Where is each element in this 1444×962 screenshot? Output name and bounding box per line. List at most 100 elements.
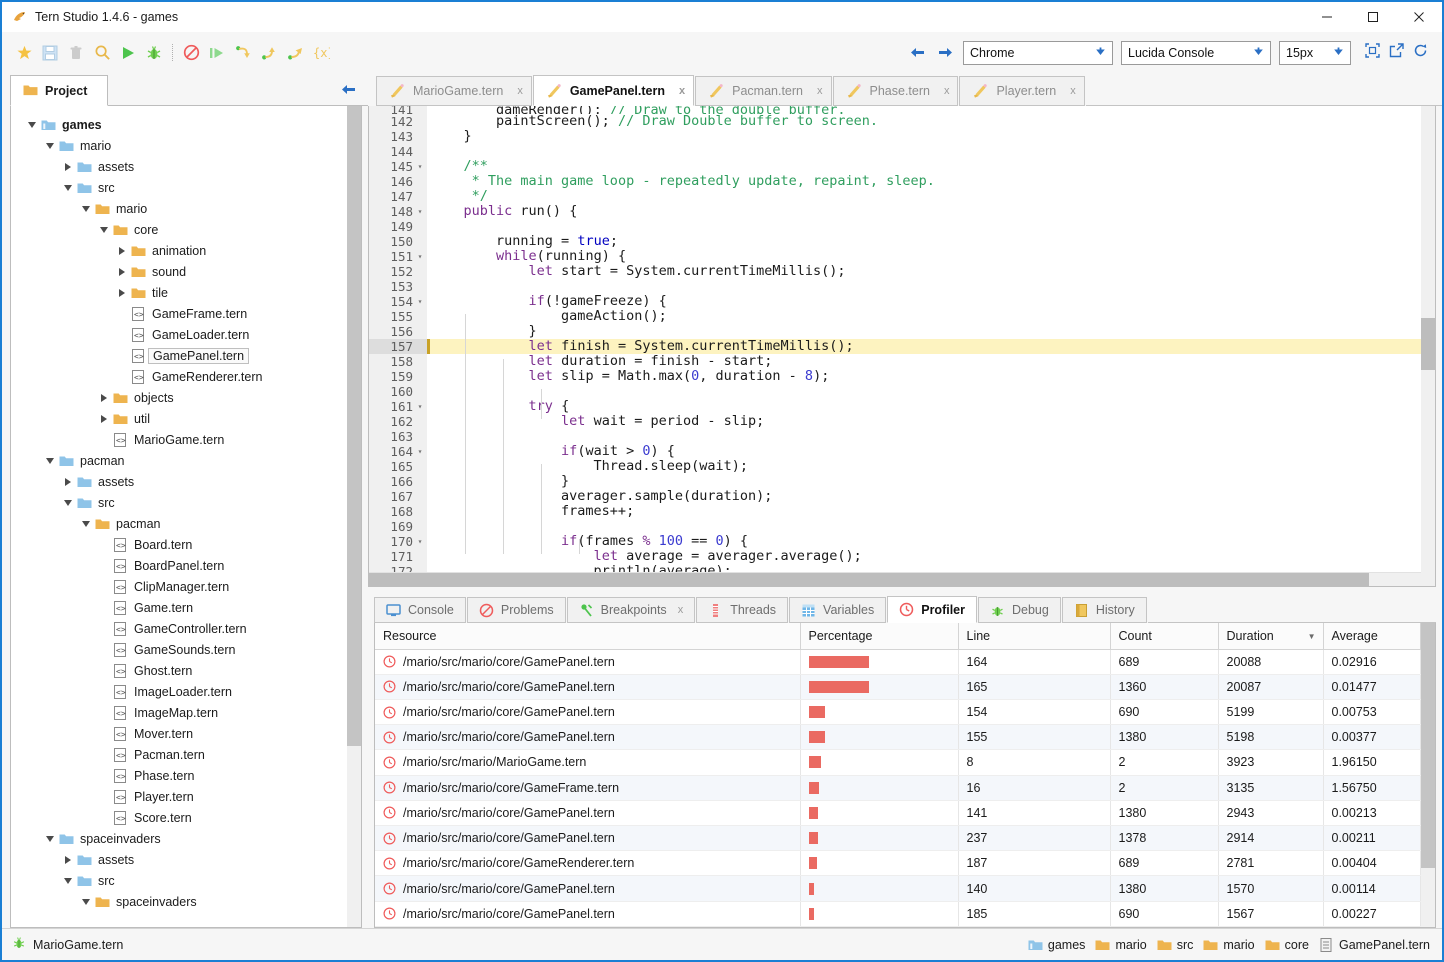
bottom-tab-breakpoints[interactable]: Breakpoints x <box>566 597 696 623</box>
tree-item-ghost-tern[interactable]: <> Ghost.tern <box>11 660 347 681</box>
tree-item-games[interactable]: games <box>11 114 347 135</box>
gutter-line-157[interactable]: 157 <box>369 339 427 354</box>
step-over-icon[interactable] <box>231 40 255 66</box>
fold-toggle-icon[interactable]: ▾ <box>415 249 425 264</box>
font-family-select[interactable]: Lucida Console <box>1121 40 1271 65</box>
tree-item-pacman[interactable]: pacman <box>11 513 347 534</box>
tree-item-game-tern[interactable]: <> Game.tern <box>11 597 347 618</box>
gutter-line-168[interactable]: 168 <box>369 504 427 519</box>
tree-twisty-open-icon[interactable] <box>79 513 93 534</box>
tree-item-imagemap-tern[interactable]: <> ImageMap.tern <box>11 702 347 723</box>
table-row[interactable]: /mario/src/mario/core/GameFrame.tern 16 2 3… <box>375 775 1421 801</box>
nav-back-button[interactable] <box>907 42 927 64</box>
bottom-tab-profiler[interactable]: Profiler <box>887 596 977 623</box>
tree-twisty-closed-icon[interactable] <box>61 156 75 177</box>
table-row[interactable]: /mario/src/mario/core/GamePanel.tern 154 6… <box>375 699 1421 726</box>
table-row[interactable]: /mario/src/mario/core/GamePanel.tern 237 1… <box>375 825 1421 852</box>
fold-toggle-icon[interactable]: ▾ <box>415 444 425 459</box>
tree-twisty-closed-icon[interactable] <box>97 387 111 408</box>
breadcrumb-item-src[interactable]: src <box>1157 938 1193 952</box>
maximize-button[interactable] <box>1350 2 1396 32</box>
gutter-line-147[interactable]: 147 <box>369 189 427 204</box>
tree-item-objects[interactable]: objects <box>11 387 347 408</box>
gutter-line-153[interactable]: 153 <box>369 279 427 294</box>
gutter-line-149[interactable]: 149 <box>369 219 427 234</box>
tree-item-src[interactable]: src <box>11 492 347 513</box>
step-in-icon[interactable] <box>257 40 281 66</box>
tree-item-gamesounds-tern[interactable]: <> GameSounds.tern <box>11 639 347 660</box>
editor-tab-phase-tern[interactable]: Phase.tern x <box>832 76 959 106</box>
gutter-line-152[interactable]: 152 <box>369 264 427 279</box>
tree-item-mariogame-tern[interactable]: <> MarioGame.tern <box>11 429 347 450</box>
tree-item-assets[interactable]: assets <box>11 849 347 870</box>
profiler-scrollbar[interactable] <box>1421 623 1435 927</box>
tree-item-imageloader-tern[interactable]: <> ImageLoader.tern <box>11 681 347 702</box>
tree-twisty-open-icon[interactable] <box>43 828 57 849</box>
breadcrumb-item-gamepanel-tern[interactable]: GamePanel.tern <box>1319 937 1430 952</box>
column-header-resource[interactable]: Resource <box>375 623 801 650</box>
delete-icon[interactable] <box>64 40 88 66</box>
editor-tab-mariogame-tern[interactable]: MarioGame.tern x <box>376 76 532 106</box>
tree-item-player-tern[interactable]: <> Player.tern <box>11 786 347 807</box>
step-out-icon[interactable] <box>283 40 307 66</box>
breadcrumb-item-core[interactable]: core <box>1265 938 1309 952</box>
collapse-panel-icon[interactable] <box>341 83 356 101</box>
tree-item-mario[interactable]: mario <box>11 135 347 156</box>
gutter-line-142[interactable]: 142 <box>369 114 427 129</box>
tree-item-assets[interactable]: assets <box>11 156 347 177</box>
table-row[interactable]: /mario/src/mario/core/GamePanel.tern 140 1… <box>375 875 1421 902</box>
editor-horizontal-scrollbar[interactable] <box>369 572 1435 586</box>
tree-item-boardpanel-tern[interactable]: <> BoardPanel.tern <box>11 555 347 576</box>
open-external-icon[interactable] <box>1389 42 1404 63</box>
gutter-line-162[interactable]: 162 <box>369 414 427 429</box>
bottom-tab-problems[interactable]: Problems <box>466 597 566 623</box>
column-header-percentage[interactable]: Percentage <box>800 623 959 650</box>
minimize-button[interactable] <box>1304 2 1350 32</box>
status-process[interactable]: MarioGame.tern <box>12 936 123 953</box>
tree-twisty-open-icon[interactable] <box>61 870 75 891</box>
favorite-star-icon[interactable] <box>12 40 36 66</box>
tree-item-mario[interactable]: mario <box>11 198 347 219</box>
fold-toggle-icon[interactable]: ▾ <box>415 159 425 174</box>
bottom-tab-console[interactable]: Console <box>374 597 466 623</box>
table-row[interactable]: /mario/src/mario/core/GamePanel.tern 164 6… <box>375 649 1421 675</box>
gutter-line-171[interactable]: 171 <box>369 549 427 564</box>
tree-twisty-open-icon[interactable] <box>61 177 75 198</box>
gutter-line-161[interactable]: 161 ▾ <box>369 399 427 414</box>
gutter-line-143[interactable]: 143 <box>369 129 427 144</box>
tree-twisty-closed-icon[interactable] <box>115 261 129 282</box>
tree-item-mover-tern[interactable]: <> Mover.tern <box>11 723 347 744</box>
tree-twisty-open-icon[interactable] <box>61 492 75 513</box>
editor-tab-close-icon[interactable]: x <box>811 85 823 97</box>
gutter-line-159[interactable]: 159 <box>369 369 427 384</box>
gutter-line-167[interactable]: 167 <box>369 489 427 504</box>
tree-item-pacman[interactable]: pacman <box>11 450 347 471</box>
tree-twisty-open-icon[interactable] <box>43 135 57 156</box>
breadcrumb-item-mario[interactable]: mario <box>1095 938 1147 952</box>
gutter-line-156[interactable]: 156 <box>369 324 427 339</box>
gutter-line-160[interactable]: 160 <box>369 384 427 399</box>
stop-icon[interactable] <box>179 40 203 66</box>
tree-twisty-closed-icon[interactable] <box>97 408 111 429</box>
bottom-tab-close-icon[interactable]: x <box>674 604 684 616</box>
fold-toggle-icon[interactable]: ▾ <box>415 399 425 414</box>
tree-item-core[interactable]: core <box>11 219 347 240</box>
editor-tab-pacman-tern[interactable]: Pacman.tern x <box>695 76 832 106</box>
bottom-tab-history[interactable]: History <box>1061 597 1147 623</box>
table-row[interactable]: /mario/src/mario/core/GamePanel.tern 185 6… <box>375 901 1421 927</box>
editor-tab-close-icon[interactable]: x <box>938 85 950 97</box>
gutter-line-163[interactable]: 163 <box>369 429 427 444</box>
tree-item-spaceinvaders[interactable]: spaceinvaders <box>11 828 347 849</box>
tree-item-assets[interactable]: assets <box>11 471 347 492</box>
column-header-duration[interactable]: Duration ▼ <box>1218 623 1324 650</box>
tree-item-spaceinvaders[interactable]: spaceinvaders <box>11 891 347 912</box>
tree-item-gamepanel-tern[interactable]: <> GamePanel.tern <box>11 345 347 366</box>
search-icon[interactable] <box>90 40 114 66</box>
table-row[interactable]: /mario/src/mario/core/GameRenderer.tern 1… <box>375 850 1421 877</box>
tree-item-tile[interactable]: tile <box>11 282 347 303</box>
tree-twisty-open-icon[interactable] <box>43 450 57 471</box>
tree-twisty-open-icon[interactable] <box>79 198 93 219</box>
column-header-line[interactable]: Line <box>958 623 1111 650</box>
browser-select[interactable]: Chrome <box>963 40 1113 65</box>
profiler-scrollbar-thumb[interactable] <box>1421 623 1435 868</box>
